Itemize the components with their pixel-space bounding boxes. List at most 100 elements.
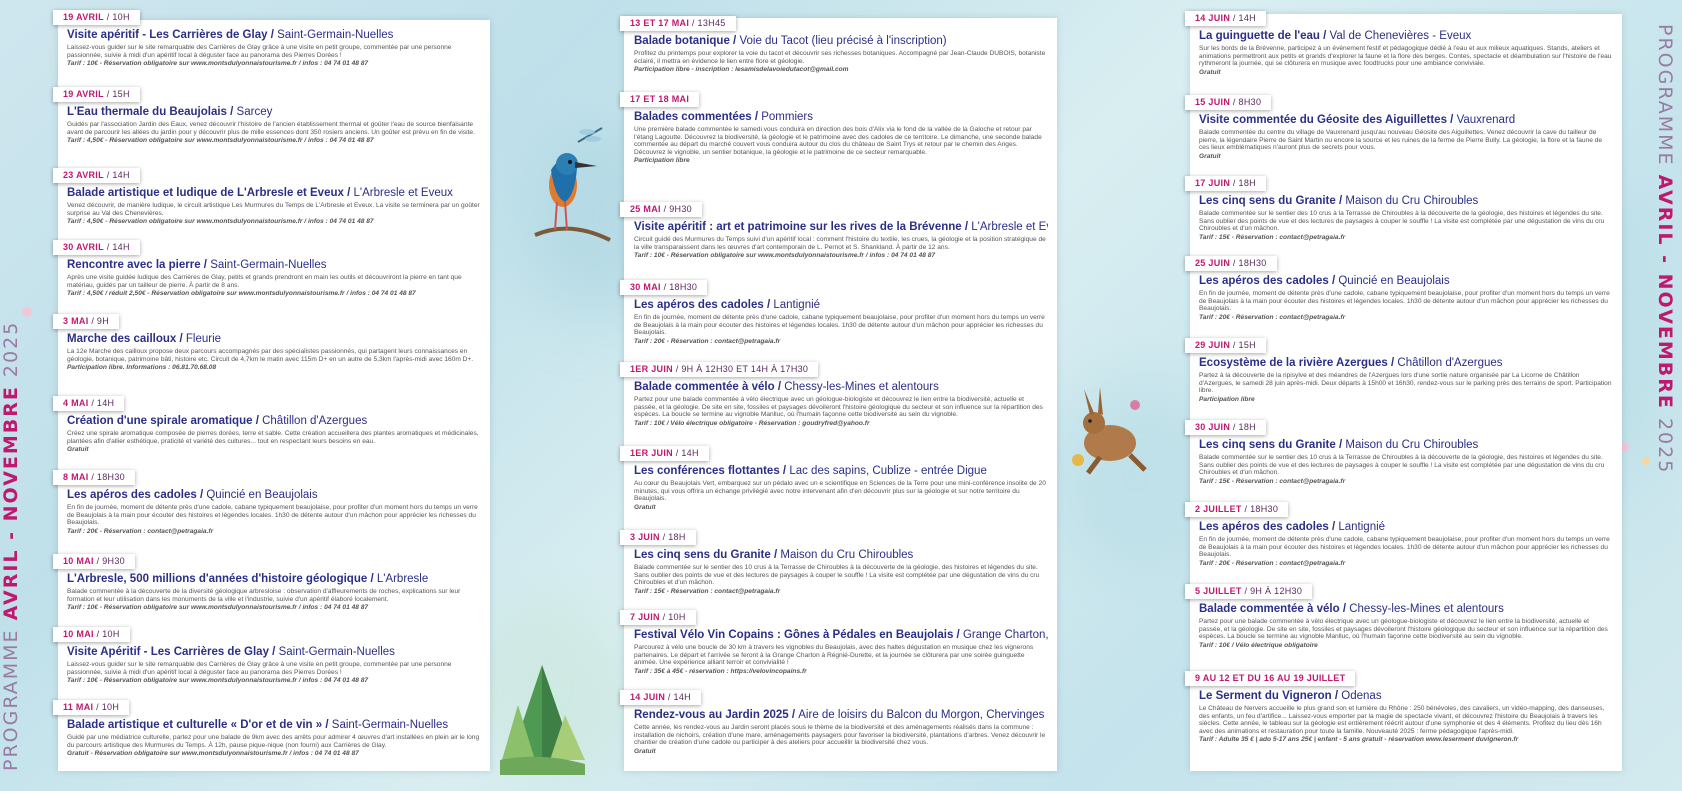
date-tag: 17 ET 18 MAI	[620, 92, 700, 107]
event-time: 10H	[668, 612, 686, 622]
event-title: Les apéros des cadoles / Quincié en Beau…	[67, 489, 318, 501]
program-vertical-title-left: PROGRAMME AVRIL - NOVEMBRE 2025	[0, 321, 22, 771]
event-entry: 4 MAI / 14H Création d'une spirale aroma…	[53, 396, 485, 470]
flower-petal-icon	[22, 307, 32, 317]
event-title: Festival Vélo Vin Copains : Gônes à Péda…	[634, 629, 1048, 642]
event-body: Laissez-vous guider sur le site remarqua…	[67, 44, 481, 68]
event-date: 30 MAI	[630, 282, 661, 292]
event-info: Tarif : 4,50€ - Réservation obligatoire …	[67, 137, 374, 145]
date-tag: 11 MAI / 10H	[53, 700, 130, 715]
event-info: Participation libre	[1199, 395, 1255, 403]
event-entry: 19 AVRIL / 10H Visite apéritif - Les Car…	[53, 10, 485, 76]
event-description: Partez pour une balade commentée à vélo …	[634, 396, 1043, 419]
event-date: 25 MAI	[630, 204, 661, 214]
event-body: Partez à la découverte de la ripisylve e…	[1199, 372, 1613, 403]
event-time: 15H	[1238, 340, 1256, 350]
event-info: Tarif : 15€ - Réservation : contact@petr…	[1199, 233, 1346, 241]
event-place: Saint-Germain-Nuelles	[277, 29, 394, 41]
event-description: Partez à la découverte de la ripisylve e…	[1199, 372, 1612, 395]
program-word: PROGRAMME	[1654, 24, 1676, 167]
date-tag: 17 JUIN / 18H	[1185, 176, 1266, 191]
date-tag: 23 AVRIL / 14H	[53, 168, 140, 183]
program-column-3: 14 JUIN / 14H La guinguette de l'eau / V…	[1185, 11, 1617, 781]
event-entry: 3 JUIN / 18H Les cinq sens du Granite / …	[620, 530, 1052, 610]
program-year: 2025	[0, 320, 22, 378]
event-place: Grange Charton, Régnié-Durette	[962, 629, 1048, 641]
event-place: Pommiers	[761, 111, 813, 123]
event-title: Création d'une spirale aromatique / Chât…	[67, 415, 368, 427]
event-name: Balade artistique et culturelle « D'or e…	[67, 719, 323, 731]
event-body: Balade commentée du centre du village de…	[1199, 129, 1613, 160]
event-time: 14H	[96, 398, 115, 408]
event-description: Au cœur du Beaujolais Vert, embarquez su…	[634, 480, 1046, 503]
event-description: Balade commentée sur le sentier des 10 c…	[1199, 210, 1605, 233]
event-body: Circuit guidé des Murmures du Temps suiv…	[634, 236, 1048, 260]
event-place: Chessy-les-Mines et alentours	[784, 381, 939, 393]
event-name: Balade commentée à vélo	[1199, 603, 1340, 615]
event-date: 10 MAI	[63, 556, 94, 566]
event-entry: 11 MAI / 10H Balade artistique et cultur…	[53, 700, 485, 775]
event-entry: 19 AVRIL / 15H L'Eau thermale du Beaujol…	[53, 87, 485, 167]
date-tag: 4 MAI / 14H	[53, 396, 125, 411]
event-description: Profitez du printemps pour explorer la v…	[634, 50, 1046, 65]
event-time: 9H	[96, 316, 110, 326]
event-description: Une première balade commentée le samedi …	[634, 126, 1042, 156]
event-name: Visite commentée du Géosite des Aiguille…	[1199, 114, 1447, 126]
event-title: Marche des cailloux / Fleurie	[67, 333, 222, 345]
event-date: 2 JUILLET	[1195, 504, 1242, 514]
event-body: Parcourez à vélo une boucle de 30 km à t…	[634, 644, 1048, 675]
date-tag: 1ER JUIN / 9H À 12H30 ET 14H À 17H30	[620, 362, 819, 377]
event-time: 14H	[112, 170, 130, 180]
event-info: Tarif : 20€ - Réservation : contact@petr…	[1199, 313, 1346, 321]
event-title: L'Arbresle, 500 millions d'années d'hist…	[67, 573, 429, 585]
event-entry: 7 JUIN / 10H Festival Vélo Vin Copains :…	[620, 610, 1052, 692]
event-time: 14H	[1238, 13, 1256, 23]
event-body: Partez pour une balade commentée à vélo …	[634, 396, 1048, 427]
event-body: Après une visite guidée ludique des Carr…	[67, 274, 481, 298]
event-title: La guinguette de l'eau / Val de Cheneviè…	[1199, 30, 1472, 42]
event-entry: 30 MAI / 18H30 Les apéros des cadoles / …	[620, 280, 1052, 362]
event-entry: 25 MAI / 9H30 Visite apéritif : art et p…	[620, 202, 1052, 280]
forest-illustration-icon	[500, 665, 585, 775]
event-time: 18H30	[669, 282, 698, 292]
event-name: Les conférences flottantes	[634, 465, 780, 477]
event-body: En fin de journée, moment de détente prè…	[67, 504, 481, 535]
event-place: Sarcey	[236, 106, 273, 118]
event-date: 15 JUIN	[1195, 97, 1231, 107]
event-body: Une première balade commentée le samedi …	[634, 126, 1048, 165]
event-title: L'Eau thermale du Beaujolais / Sarcey	[67, 106, 273, 118]
event-name: Balade commentée à vélo	[634, 381, 775, 393]
event-body: Sur les bords de la Brévenne, participez…	[1199, 45, 1613, 76]
event-place: Aire de loisirs du Balcon du Morgon, Che…	[798, 709, 1045, 721]
date-tag: 3 JUIN / 18H	[620, 530, 696, 545]
event-description: Sur les bords de la Brévenne, participez…	[1199, 45, 1612, 68]
event-entry: 1ER JUIN / 14H Les conférences flottante…	[620, 446, 1052, 530]
event-info: Tarif : 20€ - Réservation : contact@petr…	[1199, 559, 1346, 567]
date-tag: 13 ET 17 MAI / 13H45	[620, 16, 736, 31]
event-title: Les apéros des cadoles / Lantignié	[1199, 521, 1386, 533]
event-place: Chessy-les-Mines et alentours	[1349, 603, 1504, 615]
event-description: Balade commentée à la découverte de la d…	[67, 588, 461, 603]
event-date: 14 JUIN	[630, 692, 666, 702]
event-body: Balade commentée sur le sentier des 10 c…	[634, 564, 1048, 595]
program-column-2: 13 ET 17 MAI / 13H45 Balade botanique / …	[620, 16, 1052, 786]
event-title: Visite apéritif - Les Carrières de Glay …	[67, 29, 394, 41]
event-place: Châtillon d'Azergues	[1397, 357, 1503, 369]
event-description: En fin de journée, moment de détente prè…	[1199, 290, 1610, 313]
event-name: Les cinq sens du Granite	[1199, 195, 1336, 207]
event-info: Tarif : 4,50€ / réduit 2,50€ - Réservati…	[67, 290, 416, 298]
event-place: Quincié en Beaujolais	[206, 489, 318, 501]
event-date: 13 ET 17 MAI	[630, 18, 690, 28]
event-description: Laissez-vous guider sur le site remarqua…	[67, 661, 452, 676]
event-title: Visite Apéritif - Les Carrières de Glay …	[67, 646, 395, 658]
event-info: Gratuit	[634, 747, 656, 755]
event-date: 23 AVRIL	[63, 170, 104, 180]
event-body: Créez une spirale aromatique composée de…	[67, 430, 481, 454]
event-info: Tarif : 10€ - Réservation obligatoire su…	[634, 252, 936, 260]
event-title: Les cinq sens du Granite / Maison du Cru…	[634, 549, 914, 561]
event-entry: 3 MAI / 9H Marche des cailloux / Fleurie…	[53, 314, 485, 396]
event-body: Laissez-vous guider sur le site remarqua…	[67, 661, 481, 685]
date-tag: 2 JUILLET / 18H30	[1185, 502, 1289, 517]
event-title: Le Serment du Vigneron / Odenas	[1199, 690, 1382, 702]
event-date: 9 AU 12 ET DU 16 AU 19 JUILLET	[1195, 673, 1346, 683]
